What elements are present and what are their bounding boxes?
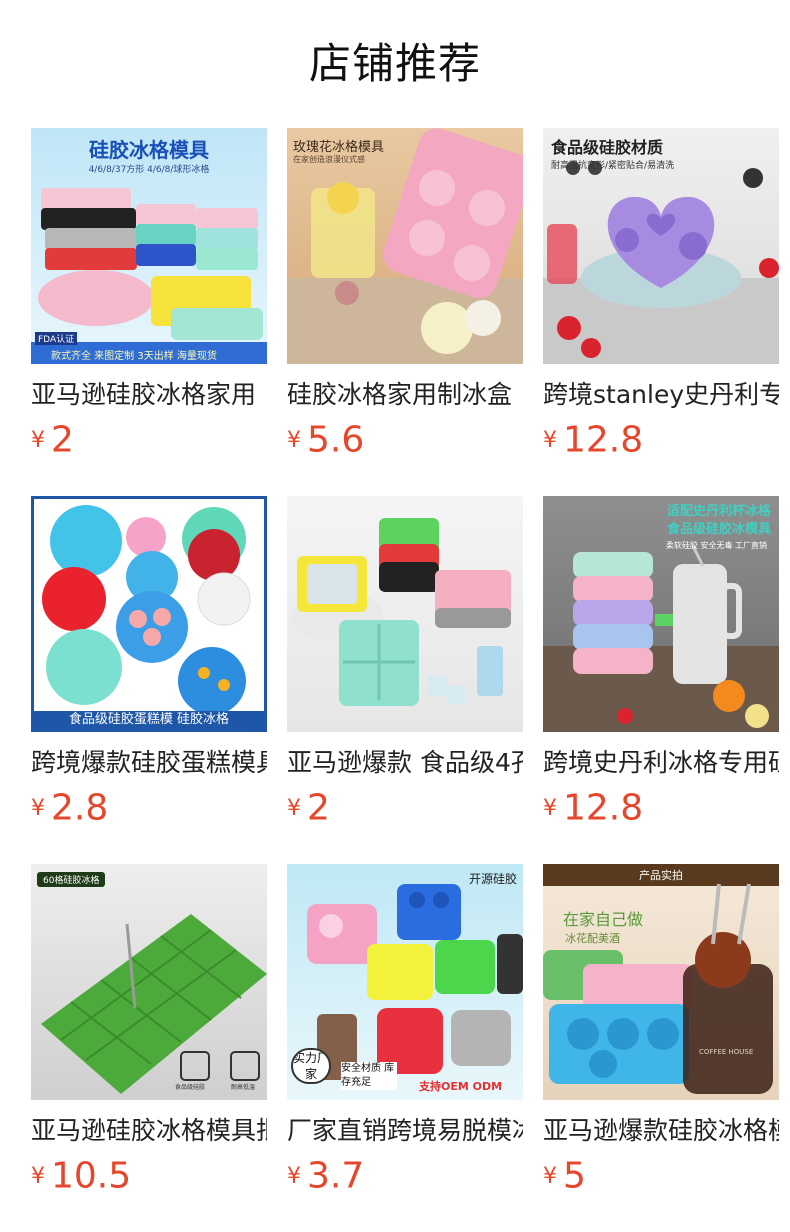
product-name[interactable]: 跨境史丹利冰格专用硅 [543,746,779,780]
product-card[interactable]: 食品级硅胶蛋糕模 硅胶冰格 跨境爆款硅胶蛋糕模具 ¥2.8 [31,496,267,864]
product-image[interactable]: 玫瑰花冰格模具 在家创造浪漫仪式感 [287,128,523,364]
currency-symbol: ¥ [287,795,301,821]
product-image[interactable]: 食品级硅胶材质 耐高温抗变形/紧密贴合/易清洗 [543,128,779,364]
currency-symbol: ¥ [543,795,557,821]
product-image[interactable]: 开源硅胶 实力厂家 安全材质 库存充足 支持OEM ODM [287,864,523,1100]
food-grade-label: 食品级硅胶 [175,1084,206,1091]
currency-symbol: ¥ [287,427,301,453]
image-headline: 适配史丹利杯冰格 [666,504,771,519]
page-title: 店铺推荐 [308,39,481,88]
image-header: 产品实拍 [639,869,683,882]
currency-symbol: ¥ [287,1163,301,1189]
image-footer: 食品级硅胶蛋糕模 硅胶冰格 [34,711,264,729]
oem-note: 支持OEM ODM [419,1080,503,1093]
product-price: ¥3.7 [287,1154,523,1198]
product-image[interactable]: 食品级硅胶蛋糕模 硅胶冰格 [31,496,267,732]
product-card[interactable]: 亚马逊爆款 食品级4孔 ¥2 [287,496,523,864]
image-headline: 硅胶冰格模具 [89,138,209,162]
price-value: 2 [307,787,330,829]
image-subline: 4/6/8/37方形 4/6/8/球形冰格 [88,165,210,175]
product-price: ¥5 [543,1154,779,1198]
product-name[interactable]: 厂家直销跨境易脱模冰 [287,1114,523,1148]
product-card[interactable]: 适配史丹利杯冰格 食品级硅胶冰模具 柔软硅胶 安全无毒 工厂直销 跨境史丹利冰格… [543,496,779,864]
product-card[interactable]: 食品级硅胶材质 耐高温抗变形/紧密贴合/易清洗 跨境stanley史丹利专 ¥1… [543,128,779,496]
price-value: 10.5 [51,1155,132,1197]
currency-symbol: ¥ [543,1163,557,1189]
image-headline: 在家自己做 [563,910,644,929]
product-name[interactable]: 跨境stanley史丹利专 [543,378,779,412]
product-card[interactable]: 玫瑰花冰格模具 在家创造浪漫仪式感 硅胶冰格家用制冰盒 ¥5.6 [287,128,523,496]
image-headline: 食品级硅胶材质 [551,138,664,157]
currency-symbol: ¥ [31,1163,45,1189]
product-price: ¥10.5 [31,1154,267,1198]
product-price: ¥2 [31,418,267,462]
fda-badge: FDA认证 [35,332,78,345]
factory-badge: 实力厂家 [291,1048,331,1084]
price-value: 3.7 [307,1155,365,1197]
currency-symbol: ¥ [543,427,557,453]
image-tagline: 柔软硅胶 安全无毒 工厂直销 [665,541,767,550]
price-value: 12.8 [563,787,644,829]
image-footer: 款式齐全 来图定制 3天出样 海量现货 [51,351,217,362]
product-price: ¥2 [287,786,523,830]
cake-mold-illustration [42,505,251,715]
product-name[interactable]: 亚马逊硅胶冰格家用 [31,378,267,412]
material-note: 安全材质 库存充足 [341,1062,397,1090]
product-name[interactable]: 亚马逊爆款 食品级4孔 [287,746,523,780]
product-card[interactable]: 产品实拍 在家自己做 冰花配美酒 COFFEE HOUSE 亚马逊爆款硅胶冰格模… [543,864,779,1232]
price-value: 12.8 [563,419,644,461]
price-value: 2 [51,419,74,461]
image-headline: 玫瑰花冰格模具 [293,140,385,155]
image-subline: 食品级硅胶冰模具 [666,522,771,537]
product-image[interactable]: 60格硅胶冰格 食品级硅胶 耐高低温 [31,864,267,1100]
product-card[interactable]: 60格硅胶冰格 食品级硅胶 耐高低温 亚马逊硅胶冰格模具批 ¥10.5 [31,864,267,1232]
product-image[interactable]: 产品实拍 在家自己做 冰花配美酒 COFFEE HOUSE [543,864,779,1100]
60-grid-tray-illustration [41,914,267,1094]
product-image[interactable]: 硅胶冰格模具 4/6/8/37方形 4/6/8/球形冰格 FDA认证 款式齐全 … [31,128,267,364]
currency-symbol: ¥ [31,427,45,453]
price-value: 2.8 [51,787,109,829]
product-price: ¥12.8 [543,418,779,462]
cup-label: COFFEE HOUSE [699,1048,754,1056]
product-card[interactable]: 硅胶冰格模具 4/6/8/37方形 4/6/8/球形冰格 FDA认证 款式齐全 … [31,128,267,496]
product-grid: 硅胶冰格模具 4/6/8/37方形 4/6/8/球形冰格 FDA认证 款式齐全 … [31,128,779,1232]
square-ice-trays-illustration [291,518,511,706]
product-name[interactable]: 跨境爆款硅胶蛋糕模具 [31,746,267,780]
product-image[interactable]: 适配史丹利杯冰格 食品级硅胶冰模具 柔软硅胶 安全无毒 工厂直销 [543,496,779,732]
product-card[interactable]: 开源硅胶 实力厂家 安全材质 库存充足 支持OEM ODM 厂家直销跨境易脱模冰… [287,864,523,1232]
image-subline: 在家创造浪漫仪式感 [293,155,365,164]
price-value: 5 [563,1155,586,1197]
image-subline: 耐高温抗变形/紧密贴合/易清洗 [551,161,675,171]
product-name[interactable]: 亚马逊爆款硅胶冰格模 [543,1114,779,1148]
product-image[interactable] [287,496,523,732]
product-price: ¥12.8 [543,786,779,830]
product-price: ¥5.6 [287,418,523,462]
image-subline: 冰花配美酒 [565,932,620,945]
product-name[interactable]: 亚马逊硅胶冰格模具批 [31,1114,267,1148]
currency-symbol: ¥ [31,795,45,821]
image-badge: 60格硅胶冰格 [37,872,106,887]
rose-ice-tray-illustration [543,864,779,1094]
product-name[interactable]: 硅胶冰格家用制冰盒 [287,378,523,412]
product-price: ¥2.8 [31,786,267,830]
brand-mark: 开源硅胶 [468,872,517,886]
temperature-label: 耐高低温 [231,1084,256,1091]
price-value: 5.6 [307,419,365,461]
